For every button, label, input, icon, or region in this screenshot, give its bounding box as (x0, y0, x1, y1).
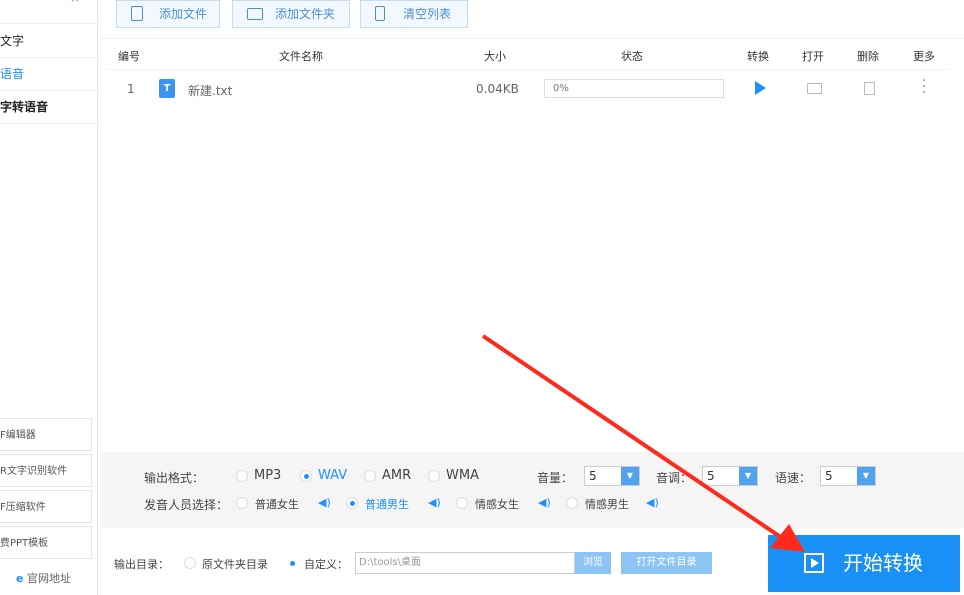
annotation-arrow (481, 334, 805, 552)
